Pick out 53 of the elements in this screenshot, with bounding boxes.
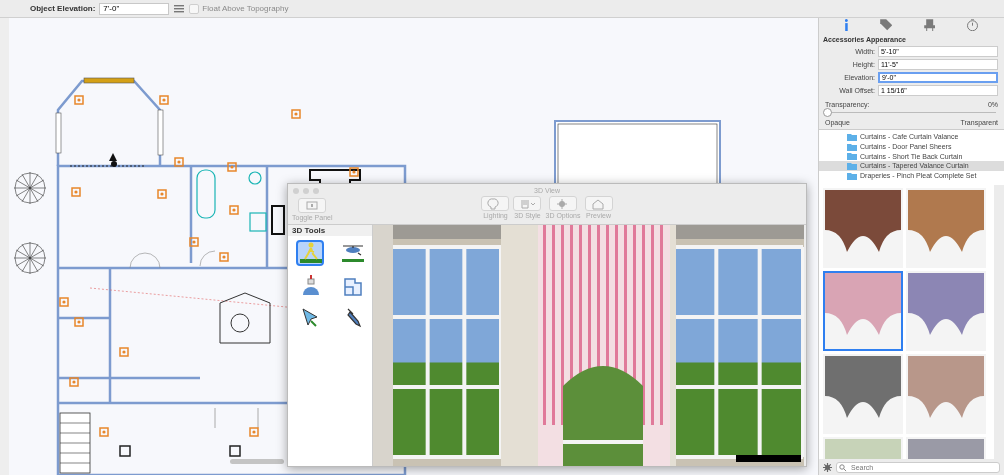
- walker-icon: [298, 241, 322, 265]
- light-fixture-icon: [229, 205, 239, 215]
- info-icon: [844, 18, 848, 32]
- sink-icon: [249, 212, 267, 232]
- gear-icon[interactable]: [823, 462, 832, 472]
- stopwatch-icon: [967, 18, 979, 32]
- light-fixture-icon: [349, 167, 359, 177]
- bathtub-icon: [196, 169, 216, 219]
- scrollbar[interactable]: [230, 459, 284, 464]
- light-fixture-icon: [119, 347, 129, 357]
- light-fixture-icon: [74, 95, 84, 105]
- curtain-thumbnail[interactable]: [906, 354, 986, 434]
- status-bar: [736, 455, 801, 462]
- light-fixture-icon: [159, 95, 169, 105]
- column-icon: [229, 445, 241, 457]
- brush-icon: [518, 197, 537, 210]
- light-fixture-icon: [291, 109, 301, 119]
- column-icon: [119, 445, 131, 457]
- inspector-tab[interactable]: [844, 18, 848, 32]
- light-fixture-icon: [99, 427, 109, 437]
- light-fixture-icon: [157, 189, 167, 199]
- search-icon: [839, 463, 847, 472]
- light-fixture-icon: [69, 377, 79, 387]
- light-fixture-icon: [59, 297, 69, 307]
- inspector-tab[interactable]: [923, 18, 936, 32]
- light-fixture-icon: [249, 427, 259, 437]
- light-fixture-icon: [71, 187, 81, 197]
- curtain-thumbnail[interactable]: [906, 271, 986, 351]
- curtain-thumbnail[interactable]: [823, 188, 903, 268]
- panel-icon: [306, 201, 319, 210]
- camera-marker-icon: [109, 153, 117, 167]
- toilet-icon: [248, 171, 262, 185]
- elevation-field[interactable]: 7'-0": [99, 2, 170, 15]
- light-fixture-icon: [189, 237, 199, 247]
- table-icon: [219, 292, 271, 344]
- cabinet-icon: [271, 205, 285, 235]
- curtain-thumbnail[interactable]: [823, 354, 903, 434]
- chair-icon: [923, 18, 936, 32]
- inspector-tab[interactable]: [967, 18, 979, 32]
- light-fixture-icon: [219, 252, 229, 262]
- light-fixture-icon: [174, 157, 184, 167]
- elevation-label: Object Elevation:: [30, 4, 96, 13]
- light-fixture-icon: [227, 162, 237, 172]
- inspector-tab[interactable]: [879, 19, 893, 31]
- curtain-thumbnail[interactable]: [823, 271, 903, 351]
- menu-icon[interactable]: [173, 4, 186, 13]
- light-fixture-icon: [74, 317, 84, 327]
- checkbox-label: Float Above Topography: [202, 4, 289, 13]
- tree-symbol-icon: [13, 241, 47, 275]
- slider-thumb[interactable]: [823, 108, 832, 117]
- curtain-thumbnail[interactable]: [906, 188, 986, 268]
- tree-symbol-icon: [13, 171, 47, 205]
- panel-heading[interactable]: 3D Tools: [288, 225, 372, 236]
